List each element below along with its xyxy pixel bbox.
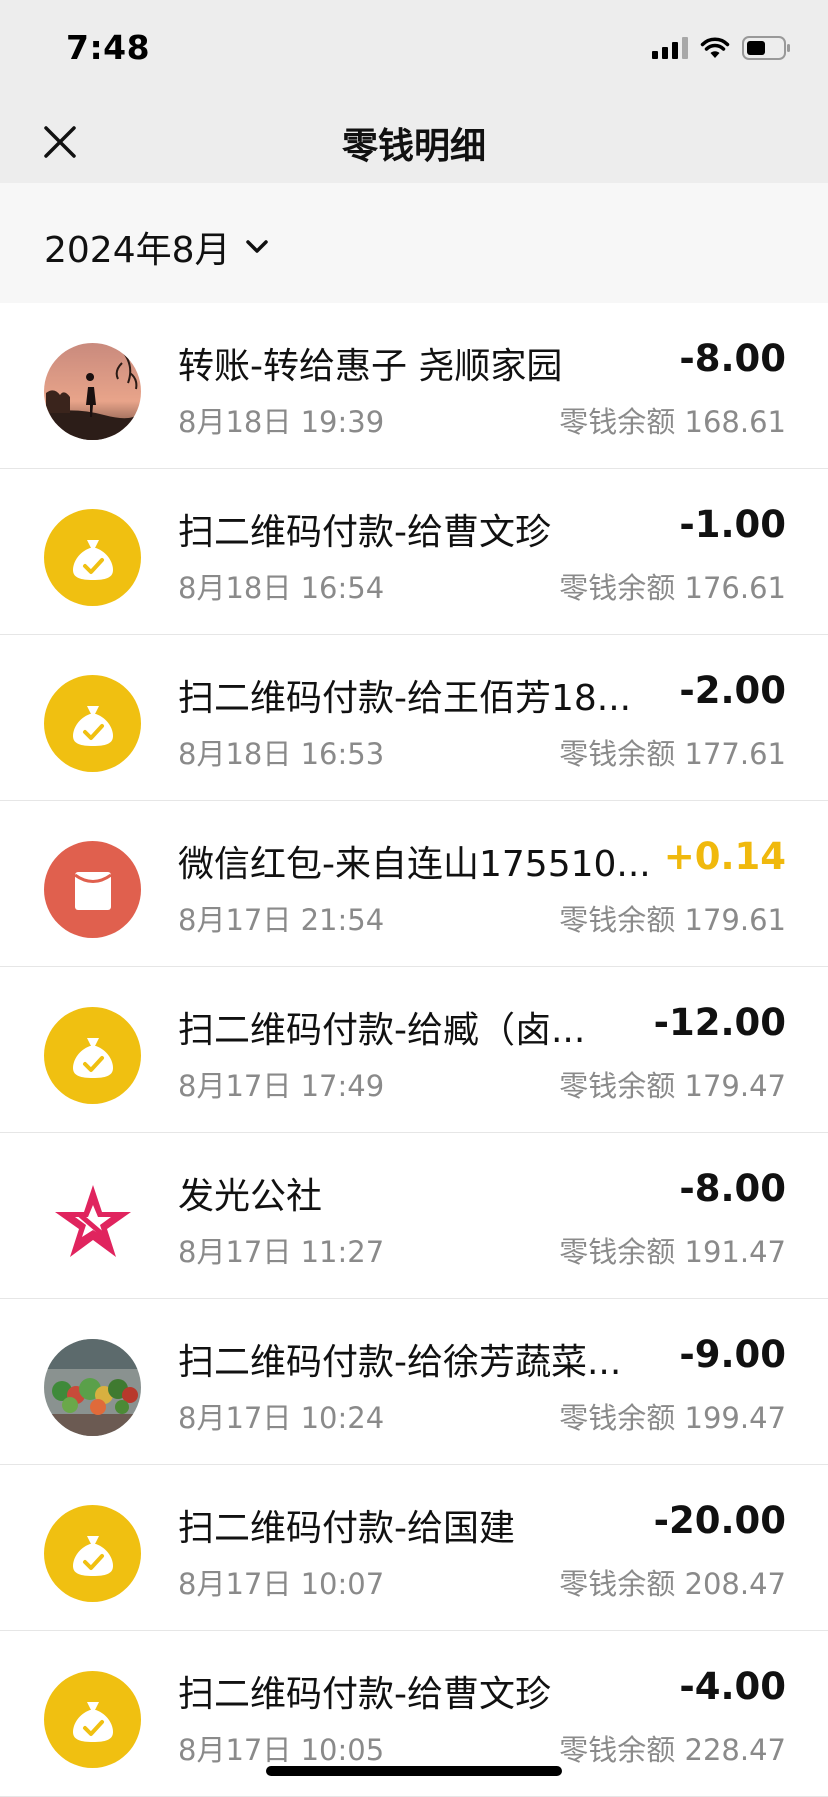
transaction-row[interactable]: 扫二维码付款-给王佰芳18... 8月18日 16:53 -2.00 零钱余额 … [0, 635, 828, 801]
money-bag-icon [44, 1671, 141, 1768]
transaction-balance: 零钱余额 179.61 [559, 903, 786, 937]
money-bag-icon [44, 1007, 141, 1104]
wifi-icon [700, 37, 730, 58]
red-packet-icon [44, 841, 141, 938]
status-bar: 7:48 [0, 0, 828, 100]
transaction-balance: 零钱余额 179.47 [559, 1069, 786, 1103]
money-bag-icon [44, 675, 141, 772]
transaction-balance: 零钱余额 191.47 [559, 1235, 786, 1269]
money-bag-icon [44, 509, 141, 606]
transaction-balance: 零钱余额 228.47 [559, 1733, 786, 1767]
transaction-title: 扫二维码付款-给王佰芳18... [178, 678, 632, 719]
transaction-amount: -8.00 [679, 1167, 786, 1210]
transaction-row[interactable]: 扫二维码付款-给臧（卤... 8月17日 17:49 -12.00 零钱余额 1… [0, 967, 828, 1133]
month-filter-bar: 2024年8月 [0, 183, 828, 303]
transaction-amount: -8.00 [679, 337, 786, 380]
page-title: 零钱明细 [341, 126, 486, 167]
transaction-balance: 零钱余额 177.61 [559, 737, 786, 771]
transaction-balance: 零钱余额 176.61 [559, 571, 786, 605]
transaction-title: 扫二维码付款-给徐芳蔬菜... [178, 1342, 622, 1383]
transaction-title: 扫二维码付款-给曹文珍 [178, 512, 551, 553]
transaction-date: 8月17日 10:24 [178, 1401, 385, 1435]
month-selector[interactable]: 2024年8月 [44, 221, 269, 273]
signal-icon [652, 37, 688, 59]
transaction-date: 8月18日 19:39 [178, 405, 385, 439]
transaction-amount: -20.00 [653, 1499, 786, 1542]
status-time: 7:48 [66, 28, 151, 67]
transaction-title: 扫二维码付款-给曹文珍 [178, 1674, 551, 1715]
transaction-amount: -2.00 [679, 669, 786, 712]
photo-avatar-vegetables [44, 1339, 141, 1436]
transaction-row[interactable]: 微信红包-来自连山175510... 8月17日 21:54 +0.14 零钱余… [0, 801, 828, 967]
transaction-date: 8月17日 11:27 [178, 1235, 385, 1269]
star-logo-icon [44, 1173, 141, 1270]
transaction-title: 微信红包-来自连山175510... [178, 844, 648, 885]
transaction-amount: -12.00 [653, 1001, 786, 1044]
photo-avatar-sunset [44, 343, 141, 440]
money-bag-icon [44, 1505, 141, 1602]
transaction-date: 8月17日 21:54 [178, 903, 385, 937]
transaction-title: 扫二维码付款-给臧（卤... [178, 1010, 586, 1051]
transaction-list: 转账-转给惠子 尧顺家园 8月18日 19:39 -8.00 零钱余额 168.… [0, 303, 828, 1797]
transaction-amount: -1.00 [679, 503, 786, 546]
home-indicator [266, 1766, 562, 1776]
transaction-balance: 零钱余额 168.61 [559, 405, 786, 439]
transaction-title: 转账-转给惠子 尧顺家园 [178, 346, 563, 387]
battery-icon [742, 36, 790, 60]
transaction-date: 8月17日 10:07 [178, 1567, 385, 1601]
transaction-amount: -4.00 [679, 1665, 786, 1708]
transaction-date: 8月17日 17:49 [178, 1069, 385, 1103]
transaction-title: 发光公社 [178, 1176, 323, 1217]
transaction-amount: +0.14 [663, 835, 786, 878]
nav-bar: 零钱明细 [0, 100, 828, 183]
transaction-balance: 零钱余额 199.47 [559, 1401, 786, 1435]
transaction-date: 8月17日 10:05 [178, 1733, 385, 1767]
transaction-row[interactable]: 扫二维码付款-给徐芳蔬菜... 8月17日 10:24 -9.00 零钱余额 1… [0, 1299, 828, 1465]
transaction-row[interactable]: 转账-转给惠子 尧顺家园 8月18日 19:39 -8.00 零钱余额 168.… [0, 303, 828, 469]
transaction-row[interactable]: 扫二维码付款-给曹文珍 8月18日 16:54 -1.00 零钱余额 176.6… [0, 469, 828, 635]
month-label: 2024年8月 [44, 230, 231, 271]
transaction-date: 8月18日 16:54 [178, 571, 385, 605]
transaction-row[interactable]: 发光公社 8月17日 11:27 -8.00 零钱余额 191.47 [0, 1133, 828, 1299]
transaction-row[interactable]: 扫二维码付款-给国建 8月17日 10:07 -20.00 零钱余额 208.4… [0, 1465, 828, 1631]
transaction-title: 扫二维码付款-给国建 [178, 1508, 515, 1549]
transaction-date: 8月18日 16:53 [178, 737, 385, 771]
transaction-balance: 零钱余额 208.47 [559, 1567, 786, 1601]
transaction-amount: -9.00 [679, 1333, 786, 1376]
chevron-down-icon [245, 240, 268, 253]
status-icons [652, 34, 792, 62]
